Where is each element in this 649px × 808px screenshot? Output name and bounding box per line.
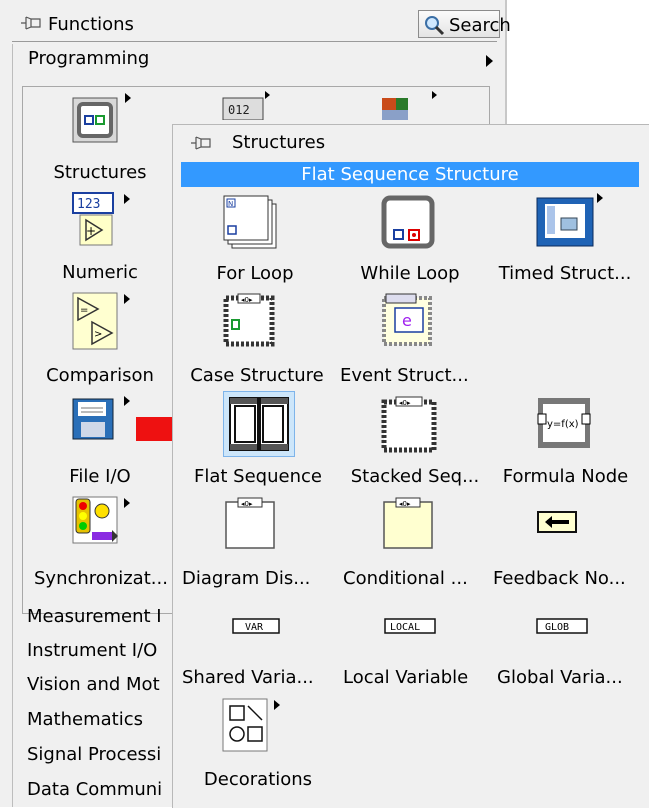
timed-structure-item[interactable] <box>535 192 605 252</box>
svg-text:+: + <box>86 224 96 238</box>
svg-text:N: N <box>228 200 233 208</box>
timed-structure-icon <box>536 193 603 247</box>
list-item[interactable]: Measurement I <box>27 606 162 627</box>
structures-category[interactable] <box>72 91 132 151</box>
flat-sequence-item[interactable] <box>226 394 292 454</box>
event-structure-item[interactable]: e <box>380 292 440 350</box>
local-var-text: LOCAL <box>390 622 420 633</box>
item-label: Shared Varia... <box>182 667 314 688</box>
item-label: Stacked Seq... <box>350 466 480 487</box>
item-label: Timed Struct... <box>498 263 632 284</box>
comparison-category[interactable]: = > <box>72 292 132 352</box>
feedback-node-item[interactable] <box>535 508 595 538</box>
comparison-icon: = > <box>72 292 130 350</box>
diagram-disable-item[interactable]: ◂0▸ <box>222 496 282 552</box>
list-item[interactable]: Signal Processi <box>27 744 161 765</box>
case-structure-item[interactable]: ◂0▸ <box>222 292 282 350</box>
item-label: Flat Sequence <box>194 466 322 487</box>
formula-node-item[interactable]: y=f(x) <box>535 394 595 454</box>
formula-node-icon: y=f(x) <box>537 398 591 448</box>
search-icon <box>425 16 445 36</box>
conditional-disable-icon: ◂0▸ <box>383 497 433 549</box>
item-label: Decorations <box>203 769 313 790</box>
item-label: Conditional ... <box>343 568 468 589</box>
for-loop-item[interactable]: N <box>220 192 290 254</box>
pin-icon[interactable] <box>20 14 42 32</box>
structures-icon <box>72 93 131 143</box>
conditional-disable-item[interactable]: ◂0▸ <box>380 496 440 552</box>
item-label: Event Struct... <box>340 365 469 386</box>
palette-border <box>12 44 13 807</box>
category-label: Comparison <box>46 365 154 386</box>
numeric-icon: 123 + <box>72 192 130 246</box>
svg-text:=: = <box>80 305 88 316</box>
list-item[interactable]: Data Communi <box>27 779 162 800</box>
local-variable-icon: LOCAL <box>384 618 436 634</box>
feedback-node-icon <box>537 511 577 533</box>
item-label: Formula Node <box>502 466 629 487</box>
item-label: Global Varia... <box>497 667 623 688</box>
flat-sequence-icon <box>229 397 289 451</box>
file-io-category[interactable] <box>72 394 132 452</box>
category-label: Structures <box>53 162 147 183</box>
item-label: While Loop <box>360 263 460 284</box>
shared-variable-icon: VAR <box>232 618 280 634</box>
list-item[interactable]: Instrument I/O <box>27 640 157 661</box>
category-label: Numeric <box>62 262 138 283</box>
numeric-icon-text: 123 <box>77 197 100 212</box>
category-label: Synchronizat... <box>34 568 168 589</box>
for-loop-icon: N <box>223 195 277 249</box>
search-button[interactable]: Search <box>418 10 511 38</box>
svg-text:◂0▸: ◂0▸ <box>399 399 411 407</box>
svg-text:◂0▸: ◂0▸ <box>241 500 253 508</box>
subpalette-title: Structures <box>232 132 326 153</box>
case-structure-icon: ◂0▸ <box>223 293 275 347</box>
local-variable-item[interactable]: LOCAL <box>384 616 438 636</box>
while-loop-icon <box>381 195 435 249</box>
item-label: For Loop <box>216 263 294 284</box>
synchronization-category[interactable] <box>72 496 132 552</box>
synchronization-icon <box>72 496 130 544</box>
list-item[interactable]: Vision and Mot <box>27 674 160 695</box>
event-structure-icon: e <box>382 293 432 346</box>
event-icon-text: e <box>402 311 412 330</box>
palette-title: Functions <box>48 14 134 35</box>
search-label: Search <box>449 15 511 36</box>
item-label: Case Structure <box>190 365 324 386</box>
file-io-icon <box>72 396 130 440</box>
svg-text:◂0▸: ◂0▸ <box>241 296 253 304</box>
item-label: Diagram Dis... <box>182 568 311 589</box>
svg-text:>: > <box>94 329 102 340</box>
shared-var-text: VAR <box>245 622 264 633</box>
stacked-sequence-item[interactable]: ◂0▸ <box>380 394 440 454</box>
category-label: File I/O <box>69 466 131 487</box>
cluster-category-icon[interactable] <box>380 90 440 120</box>
numeric-category[interactable]: 123 + <box>72 192 132 248</box>
programming-label: Programming <box>28 48 150 69</box>
shared-variable-item[interactable]: VAR <box>232 616 282 636</box>
divider <box>12 41 497 42</box>
diagram-disable-icon: ◂0▸ <box>225 497 275 549</box>
chevron-right-icon <box>486 55 493 67</box>
svg-text:◂0▸: ◂0▸ <box>399 500 411 508</box>
formula-icon-text: y=f(x) <box>547 419 579 430</box>
array-category-icon[interactable]: 012 <box>222 90 272 121</box>
pin-icon[interactable] <box>190 134 212 152</box>
stacked-sequence-icon: ◂0▸ <box>381 396 437 453</box>
list-item[interactable]: Mathematics <box>27 709 143 730</box>
global-var-text: GLOB <box>545 622 569 633</box>
decorations-item[interactable] <box>222 698 282 754</box>
selected-item-name: Flat Sequence Structure <box>301 164 519 185</box>
svg-text:012: 012 <box>228 103 250 117</box>
decorations-icon <box>222 698 280 752</box>
while-loop-item[interactable] <box>380 192 440 252</box>
item-label: Local Variable <box>343 667 469 688</box>
global-variable-item[interactable]: GLOB <box>536 616 590 636</box>
global-variable-icon: GLOB <box>536 618 588 634</box>
item-label: Feedback No... <box>493 568 626 589</box>
